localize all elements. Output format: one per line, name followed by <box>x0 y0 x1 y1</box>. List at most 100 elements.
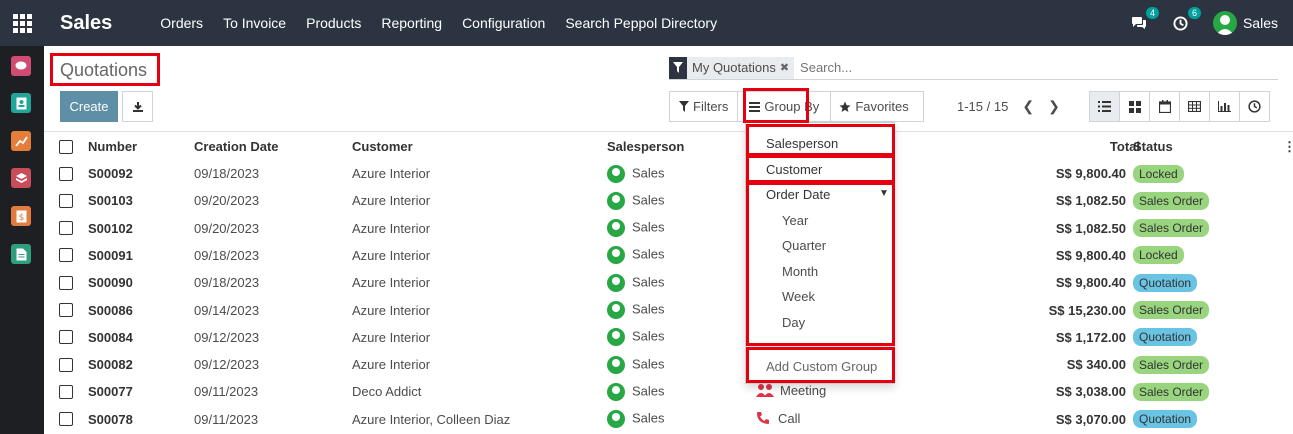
calendar-view-icon[interactable] <box>1149 91 1180 122</box>
customer-name: Azure Interior <box>352 329 431 345</box>
customer-name: Deco Addict <box>352 384 422 400</box>
pager-value[interactable]: 1-15 / 15 <box>957 99 1008 114</box>
row-checkbox[interactable] <box>59 412 73 427</box>
header-customer[interactable]: Customer <box>352 139 413 154</box>
customer-name: Azure Interior <box>352 247 431 263</box>
filters-button[interactable]: Filters <box>669 91 739 122</box>
salesperson-name: Sales <box>632 219 665 235</box>
customer-name: Azure Interior <box>352 357 431 373</box>
groupby-customer[interactable]: Customer <box>766 162 916 177</box>
facet-value: My Quotations <box>692 60 776 75</box>
groupby-order-date-month[interactable]: Month <box>782 264 932 279</box>
discuss-app-icon[interactable] <box>11 56 31 76</box>
groupby-order-date-year[interactable]: Year <box>782 213 932 228</box>
header-creation-date[interactable]: Creation Date <box>194 139 279 154</box>
salesperson-avatar <box>607 219 625 238</box>
header-total[interactable]: Total <box>1084 139 1140 154</box>
row-checkbox[interactable] <box>59 357 73 372</box>
search-input[interactable] <box>800 60 1201 75</box>
creation-date: 09/18/2023 <box>194 247 260 263</box>
table-row[interactable]: S00102 09/20/2023 Azure Interior Sales S… <box>44 215 1293 242</box>
groupby-salesperson[interactable]: Salesperson <box>766 136 916 151</box>
salesperson-cell: Sales <box>607 164 665 183</box>
status-badge: Quotation <box>1133 328 1198 347</box>
pager-previous-icon[interactable]: ❮ <box>1022 98 1034 115</box>
groupby-order-date-label: Order Date <box>766 187 831 202</box>
filter-facet-icon <box>669 56 687 79</box>
table-row[interactable]: S00091 09/18/2023 Azure Interior Sales S… <box>44 242 1293 269</box>
activity-cell[interactable]: Meeting <box>756 383 826 400</box>
row-checkbox[interactable] <box>59 166 73 181</box>
table-row[interactable]: S00103 09/20/2023 Azure Interior Sales S… <box>44 187 1293 214</box>
apps-menu-icon[interactable] <box>0 0 44 46</box>
add-custom-group[interactable]: Add Custom Group <box>766 359 916 374</box>
header-salesperson[interactable]: Salesperson <box>607 139 684 154</box>
documents-app-icon[interactable] <box>11 244 31 264</box>
row-checkbox[interactable] <box>59 221 73 236</box>
kanban-view-icon[interactable] <box>1119 91 1150 122</box>
table-row[interactable]: S00082 09/12/2023 Azure Interior Sales S… <box>44 351 1293 378</box>
menu-reporting[interactable]: Reporting <box>371 15 452 31</box>
table-row[interactable]: S00086 09/14/2023 Azure Interior Sales S… <box>44 297 1293 324</box>
menu-orders[interactable]: Orders <box>150 15 213 31</box>
remove-facet-icon[interactable]: ✖ <box>780 61 789 74</box>
menu-search-peppol-directory[interactable]: Search Peppol Directory <box>555 15 727 31</box>
row-checkbox[interactable] <box>59 248 73 263</box>
sales-app-icon[interactable] <box>11 131 31 151</box>
pager-next-icon[interactable]: ❯ <box>1048 98 1060 115</box>
header-number[interactable]: Number <box>88 139 137 154</box>
messages-icon[interactable]: 4 <box>1129 7 1159 33</box>
order-number: S00090 <box>88 275 133 291</box>
user-name[interactable]: Sales <box>1243 15 1278 31</box>
salesperson-avatar <box>607 301 625 319</box>
menu-configuration[interactable]: Configuration <box>452 15 555 31</box>
group-by-button[interactable]: Group By <box>737 91 832 122</box>
row-checkbox[interactable] <box>59 384 73 399</box>
list-view-icon[interactable] <box>1089 91 1120 122</box>
optional-columns-icon[interactable]: ⋮ <box>1283 139 1293 155</box>
create-button[interactable]: Create <box>60 91 118 122</box>
activity-cell[interactable]: Call <box>756 411 800 428</box>
groupby-order-date-day[interactable]: Day <box>782 315 932 330</box>
order-number: S00086 <box>88 302 133 318</box>
inventory-app-icon[interactable] <box>11 168 31 188</box>
select-all-checkbox[interactable] <box>59 139 73 154</box>
download-button[interactable] <box>122 91 153 122</box>
salesperson-name: Sales <box>632 274 665 290</box>
user-avatar[interactable] <box>1212 11 1237 35</box>
status-badge: Quotation <box>1133 410 1198 429</box>
status-badge-cell: Sales Order <box>1133 382 1210 401</box>
salesperson-cell: Sales <box>607 328 665 347</box>
groupby-order-date-week[interactable]: Week <box>782 289 932 304</box>
table-header: Number Creation Date Customer Salesperso… <box>44 133 1293 160</box>
groupby-order-date-quarter[interactable]: Quarter <box>782 238 932 253</box>
table-row[interactable]: S00092 09/18/2023 Azure Interior Sales S… <box>44 160 1293 187</box>
salesperson-cell: Sales <box>607 301 665 319</box>
row-checkbox[interactable] <box>59 303 73 317</box>
row-checkbox[interactable] <box>59 275 73 290</box>
table-row[interactable]: S00078 09/11/2023 Azure Interior, Collee… <box>44 406 1293 433</box>
table-row[interactable]: S00077 09/11/2023 Deco Addict Sales Meet… <box>44 378 1293 405</box>
menu-to-invoice[interactable]: To Invoice <box>213 15 296 31</box>
order-total: S$ 3,070.00 <box>1055 411 1126 427</box>
group-by-dropdown: Salesperson Customer Order Date ▼ Year Q… <box>745 122 895 384</box>
menu-products[interactable]: Products <box>296 15 371 31</box>
row-checkbox[interactable] <box>59 330 73 345</box>
pivot-view-icon[interactable] <box>1179 91 1210 122</box>
view-switcher <box>1089 91 1270 122</box>
invoicing-app-icon[interactable]: $ <box>11 206 31 226</box>
table-row[interactable]: S00084 09/12/2023 Azure Interior Sales S… <box>44 324 1293 351</box>
salesperson-name: Sales <box>632 192 665 208</box>
graph-view-icon[interactable] <box>1209 91 1240 122</box>
download-icon <box>132 101 143 112</box>
groupby-order-date[interactable]: Order Date ▼ <box>766 187 889 202</box>
table-row[interactable]: S00090 09/18/2023 Azure Interior Sales S… <box>44 269 1293 296</box>
activities-clock-icon[interactable]: 6 <box>1171 7 1201 33</box>
favorites-button[interactable]: Favorites <box>830 91 924 122</box>
contacts-app-icon[interactable] <box>11 93 31 113</box>
app-name[interactable]: Sales <box>60 12 112 35</box>
row-checkbox[interactable] <box>59 193 73 208</box>
header-status[interactable]: Status <box>1133 139 1173 154</box>
creation-date: 09/14/2023 <box>194 302 260 318</box>
activity-view-icon[interactable] <box>1239 91 1270 122</box>
